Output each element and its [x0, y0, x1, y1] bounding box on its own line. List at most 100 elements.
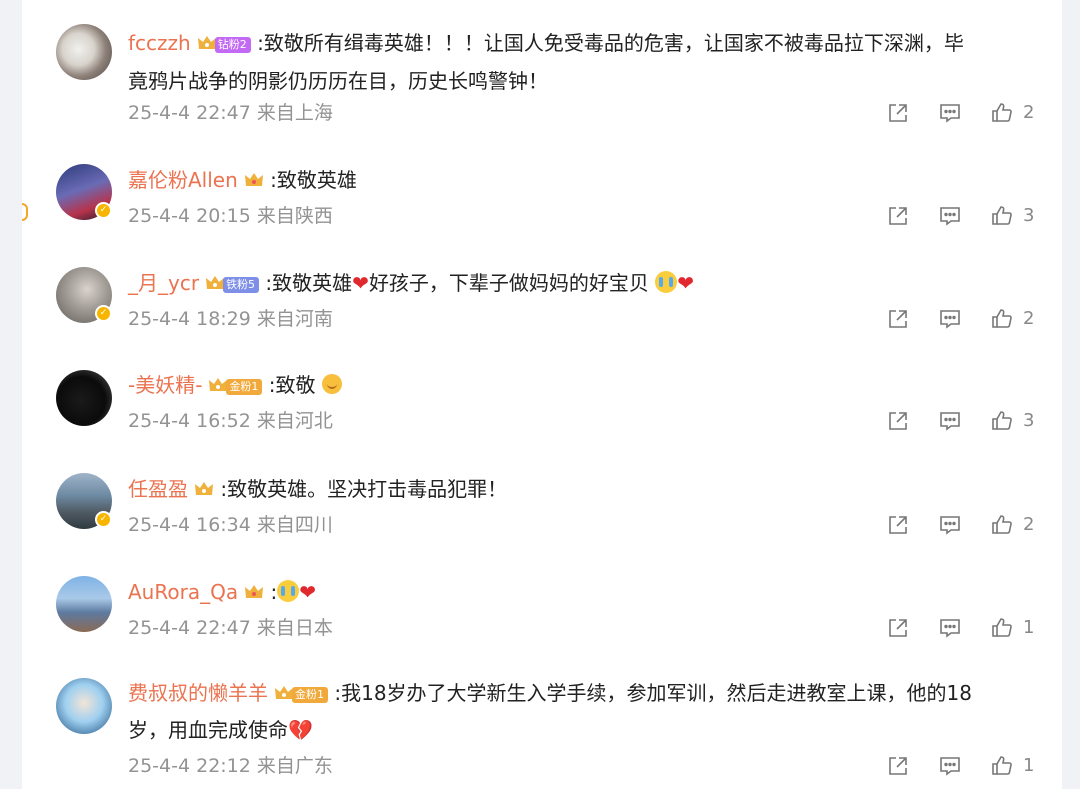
crying-emoji [655, 271, 678, 293]
username-link[interactable]: 费叔叔的懒羊羊 [128, 681, 268, 705]
comment-icon[interactable] [938, 513, 962, 537]
location: 来自广东 [256, 755, 333, 777]
comment-text: -美妖精- 金粉1 :致敬 [128, 366, 1043, 404]
fan-badge: 金粉1 [226, 379, 263, 395]
like-count: 2 [1023, 514, 1035, 535]
heart-emoji: ❤ [352, 271, 369, 295]
verified-badge-icon: ✓ [95, 202, 112, 219]
comment-content: :致敬所有缉毒英雄！！！让国人免受毒品的危害，让国家不被毒品拉下深渊，毕 [257, 31, 964, 55]
crown-icon [194, 472, 214, 495]
broken-heart-emoji: 💔 [288, 718, 313, 742]
fan-badge: 钻粉2 [214, 37, 251, 53]
comment-content: :我18岁办了大学新生入学手续，参加军训，然后走进教室上课，他的18 [334, 681, 972, 705]
share-icon[interactable] [886, 101, 910, 125]
comment-content: :致敬 [268, 373, 316, 397]
like-count: 1 [1023, 755, 1035, 776]
username-link[interactable]: _月_ycr [128, 271, 199, 295]
username-link[interactable]: -美妖精- [128, 373, 202, 397]
thumbs-up-icon[interactable] [990, 754, 1014, 778]
comment-icon[interactable] [938, 101, 962, 125]
location: 来自河南 [256, 308, 333, 330]
comment-actions: 2 [886, 98, 1046, 128]
avatar[interactable] [56, 370, 112, 426]
avatar[interactable] [56, 576, 112, 632]
avatar[interactable] [56, 678, 112, 734]
share-icon[interactable] [886, 616, 910, 640]
thumbs-up-icon[interactable] [990, 307, 1014, 331]
location: 来自四川 [256, 514, 333, 536]
share-icon[interactable] [886, 513, 910, 537]
comment-meta: 25-4-4 22:47 来自日本 [128, 613, 333, 643]
crown-icon [274, 677, 294, 699]
crown-icon [244, 575, 264, 598]
verified-badge-icon: ✓ [95, 511, 112, 528]
timestamp: 25-4-4 22:47 [128, 617, 251, 639]
thumbs-up-icon[interactable] [990, 513, 1014, 537]
smile-emoji [321, 374, 342, 394]
share-icon[interactable] [886, 307, 910, 331]
username-link[interactable]: 嘉伦粉Allen [128, 168, 238, 192]
comment-content: 好孩子，下辈子做妈妈的好宝贝 [368, 271, 649, 295]
comment-meta: 25-4-4 22:47 来自上海 [128, 98, 333, 128]
comment-meta: 25-4-4 16:52 来自河北 [128, 406, 333, 436]
comment-list: fcczzh 钻粉2 :致敬所有缉毒英雄！！！让国人免受毒品的危害，让国家不被毒品… [22, 0, 1062, 789]
comment-icon[interactable] [938, 307, 962, 331]
timestamp: 25-4-4 18:29 [128, 308, 251, 330]
scroll-edge-indicator [22, 203, 28, 221]
crying-emoji [277, 580, 300, 602]
thumbs-up-icon[interactable] [990, 409, 1014, 433]
crown-icon [208, 368, 228, 391]
crown-icon [244, 163, 264, 186]
comment-actions: 3 [886, 406, 1046, 436]
comment-text: 嘉伦粉Allen :致敬英雄 [128, 161, 1043, 199]
comment-meta: 25-4-4 18:29 来自河南 [128, 304, 333, 334]
comment-text: _月_ycr 铁粉5 :致敬英雄❤好孩子，下辈子做妈妈的好宝贝 ❤ [128, 264, 1043, 302]
like-count: 1 [1023, 617, 1035, 638]
comment-meta: 25-4-4 22:12 来自广东 [128, 751, 333, 781]
share-icon[interactable] [886, 409, 910, 433]
share-icon[interactable] [886, 204, 910, 228]
location: 来自上海 [256, 102, 333, 124]
avatar[interactable] [56, 24, 112, 80]
like-count: 2 [1023, 102, 1035, 123]
timestamp: 25-4-4 22:12 [128, 755, 251, 777]
share-icon[interactable] [886, 754, 910, 778]
heart-emoji: ❤ [677, 271, 695, 295]
username-link[interactable]: fcczzh [128, 31, 191, 55]
timestamp: 25-4-4 20:15 [128, 205, 251, 227]
location: 来自陕西 [256, 205, 333, 227]
comment-text: 费叔叔的懒羊羊 金粉1 :我18岁办了大学新生入学手续，参加军训，然后走进教室上课… [128, 675, 1043, 749]
comment-meta: 25-4-4 20:15 来自陕西 [128, 201, 333, 231]
comment-icon[interactable] [938, 409, 962, 433]
comment-meta: 25-4-4 16:34 来自四川 [128, 510, 333, 540]
thumbs-up-icon[interactable] [990, 616, 1014, 640]
username-link[interactable]: AuRora_Qa [128, 580, 238, 604]
comment-content: :致敬英雄 [265, 271, 353, 295]
comment-text: AuRora_Qa : ❤ [128, 573, 1043, 611]
comment-content: : [270, 580, 278, 604]
like-count: 3 [1023, 205, 1035, 226]
username-link[interactable]: 任盈盈 [128, 477, 188, 501]
thumbs-up-icon[interactable] [990, 101, 1014, 125]
thumbs-up-icon[interactable] [990, 204, 1014, 228]
comment-actions: 2 [886, 510, 1046, 540]
comment-text: 任盈盈 :致敬英雄。坚决打击毒品犯罪！ [128, 470, 1043, 508]
comment-actions: 3 [886, 201, 1046, 231]
comment-content: 竟鸦片战争的阴影仍历历在目，历史长鸣警钟！ [128, 69, 548, 93]
location: 来自河北 [256, 410, 333, 432]
comment-icon[interactable] [938, 754, 962, 778]
comment-icon[interactable] [938, 616, 962, 640]
crown-icon [197, 26, 217, 49]
like-count: 3 [1023, 410, 1035, 431]
fan-badge: 金粉1 [292, 687, 328, 703]
comment-content: :致敬英雄。坚决打击毒品犯罪！ [220, 477, 508, 501]
location: 来自日本 [256, 617, 333, 639]
like-count: 2 [1023, 308, 1035, 329]
comment-actions: 2 [886, 304, 1046, 334]
heart-emoji: ❤ [299, 580, 316, 604]
comment-content: 岁，用血完成使命 [128, 718, 288, 742]
comment-actions: 1 [886, 751, 1046, 781]
comment-icon[interactable] [938, 204, 962, 228]
comment-text: fcczzh 钻粉2 :致敬所有缉毒英雄！！！让国人免受毒品的危害，让国家不被毒品… [128, 24, 1043, 100]
comment-actions: 1 [886, 613, 1046, 643]
